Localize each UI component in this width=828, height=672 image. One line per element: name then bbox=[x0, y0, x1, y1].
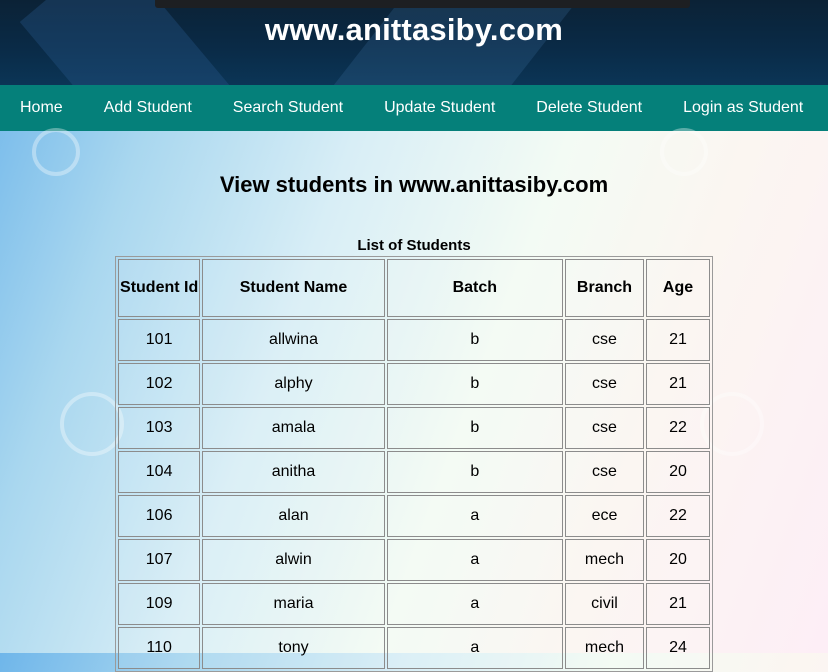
nav-update-student[interactable]: Update Student bbox=[364, 85, 516, 131]
cell-branch: ece bbox=[564, 495, 645, 537]
cell-student-name: allwina bbox=[202, 319, 385, 361]
cell-batch: b bbox=[386, 407, 563, 449]
cell-student-id: 104 bbox=[118, 451, 201, 493]
cell-branch: cse bbox=[564, 319, 645, 361]
site-title: www.anittasiby.com bbox=[264, 12, 564, 47]
table-row: 101 allwina b cse 21 bbox=[118, 319, 710, 361]
table-row: 107 alwin a mech 20 bbox=[118, 539, 710, 581]
cell-branch: civil bbox=[564, 583, 645, 625]
cell-student-id: 101 bbox=[118, 319, 201, 361]
cell-branch: cse bbox=[564, 363, 645, 405]
cell-student-id: 107 bbox=[118, 539, 201, 581]
cell-student-name: anitha bbox=[202, 451, 385, 493]
cell-age: 24 bbox=[646, 627, 710, 669]
column-header: Branch bbox=[564, 259, 645, 317]
cell-student-id: 106 bbox=[118, 495, 201, 537]
site-header: www.anittasiby.com bbox=[0, 0, 828, 85]
cell-age: 22 bbox=[646, 407, 710, 449]
table-caption: List of Students bbox=[357, 237, 471, 254]
cell-branch: mech bbox=[564, 627, 645, 669]
cell-student-name: tony bbox=[202, 627, 385, 669]
watermark-icon bbox=[660, 128, 708, 176]
nav-delete-student[interactable]: Delete Student bbox=[516, 85, 663, 131]
table-header-row: Student Id Student Name Batch Branch Age bbox=[118, 259, 710, 317]
cell-batch: a bbox=[386, 583, 563, 625]
nav-login-as-student[interactable]: Login as Student bbox=[663, 85, 824, 131]
cell-batch: b bbox=[386, 319, 563, 361]
table-row: 110 tony a mech 24 bbox=[118, 627, 710, 669]
watermark-icon bbox=[32, 128, 80, 176]
column-header: Student Name bbox=[202, 259, 385, 317]
table-row: 102 alphy b cse 21 bbox=[118, 363, 710, 405]
cell-branch: cse bbox=[564, 451, 645, 493]
table-row: 106 alan a ece 22 bbox=[118, 495, 710, 537]
cell-student-name: alphy bbox=[202, 363, 385, 405]
cell-age: 21 bbox=[646, 319, 710, 361]
cell-batch: a bbox=[386, 495, 563, 537]
cell-branch: mech bbox=[564, 539, 645, 581]
cell-age: 21 bbox=[646, 363, 710, 405]
cell-batch: a bbox=[386, 627, 563, 669]
cell-age: 20 bbox=[646, 451, 710, 493]
cell-branch: cse bbox=[564, 407, 645, 449]
nav-home[interactable]: Home bbox=[0, 85, 84, 131]
table-row: 104 anitha b cse 20 bbox=[118, 451, 710, 493]
cell-batch: b bbox=[386, 363, 563, 405]
nav-search-student[interactable]: Search Student bbox=[213, 85, 364, 131]
cell-student-name: maria bbox=[202, 583, 385, 625]
cell-student-id: 102 bbox=[118, 363, 201, 405]
cell-student-id: 103 bbox=[118, 407, 201, 449]
cell-student-name: alan bbox=[202, 495, 385, 537]
nav-add-student[interactable]: Add Student bbox=[84, 85, 213, 131]
cell-student-id: 110 bbox=[118, 627, 201, 669]
page-title: View students in www.anittasiby.com bbox=[219, 172, 609, 197]
column-header: Batch bbox=[386, 259, 563, 317]
column-header: Student Id bbox=[118, 259, 201, 317]
students-table: Student Id Student Name Batch Branch Age… bbox=[115, 256, 713, 672]
browser-top-bar bbox=[155, 0, 690, 8]
main-nav: Home Add Student Search Student Update S… bbox=[0, 85, 828, 131]
cell-age: 20 bbox=[646, 539, 710, 581]
table-row: 109 maria a civil 21 bbox=[118, 583, 710, 625]
cell-student-name: amala bbox=[202, 407, 385, 449]
cell-student-name: alwin bbox=[202, 539, 385, 581]
cell-batch: a bbox=[386, 539, 563, 581]
table-row: 103 amala b cse 22 bbox=[118, 407, 710, 449]
cell-batch: b bbox=[386, 451, 563, 493]
cell-age: 21 bbox=[646, 583, 710, 625]
cell-age: 22 bbox=[646, 495, 710, 537]
column-header: Age bbox=[646, 259, 710, 317]
cell-student-id: 109 bbox=[118, 583, 201, 625]
